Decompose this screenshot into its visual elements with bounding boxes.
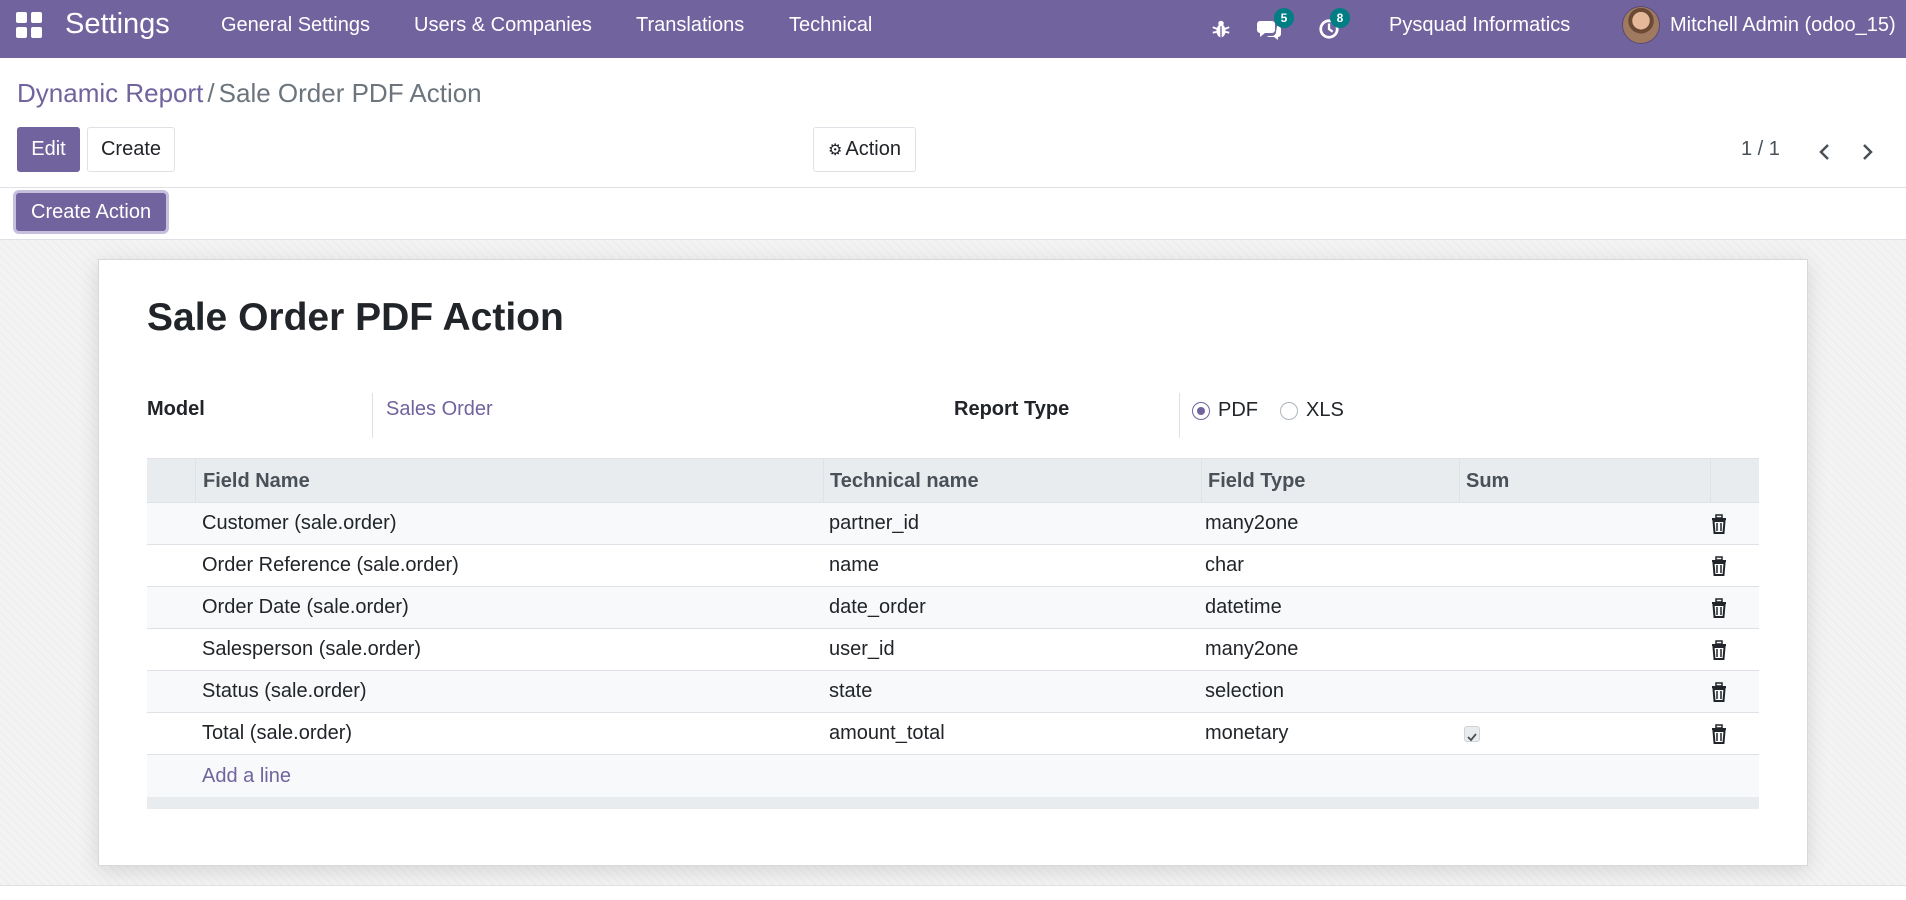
trash-icon[interactable] [1709, 639, 1729, 661]
app-brand[interactable]: Settings [65, 8, 170, 41]
table-row[interactable]: Customer (sale.order) partner_id many2on… [147, 503, 1759, 545]
cell-field-type[interactable]: datetime [1205, 587, 1282, 628]
cell-field-name[interactable]: Total (sale.order) [202, 713, 352, 754]
report-type-divider [1179, 393, 1180, 438]
record-title[interactable]: Sale Order PDF Action [147, 296, 564, 340]
cell-technical-name[interactable]: amount_total [829, 713, 945, 754]
table-header: Field Name Technical name Field Type Sum [147, 458, 1759, 503]
radio-unchecked-icon [1280, 401, 1298, 420]
form-statusbar: Create Action [0, 188, 1906, 240]
report-type-pdf-label: PDF [1218, 399, 1258, 421]
pager-next-icon[interactable] [1852, 137, 1882, 167]
cell-field-type[interactable]: many2one [1205, 629, 1298, 670]
cell-field-type[interactable]: many2one [1205, 503, 1298, 544]
header-field-name[interactable]: Field Name [203, 459, 310, 503]
pager-value[interactable]: 1 / 1 [1741, 138, 1780, 161]
cell-technical-name[interactable]: name [829, 545, 879, 586]
add-line-link[interactable]: Add a line [202, 755, 291, 797]
apps-menu-icon[interactable] [16, 12, 42, 38]
menu-general-settings[interactable]: General Settings [221, 14, 370, 37]
user-avatar[interactable] [1622, 6, 1660, 44]
create-action-button[interactable]: Create Action [16, 193, 167, 231]
check-icon [1467, 733, 1477, 742]
cell-field-name[interactable]: Customer (sale.order) [202, 503, 397, 544]
report-type-xls-radio[interactable]: XLS [1280, 399, 1344, 422]
trash-icon[interactable] [1709, 597, 1729, 619]
menu-users-companies[interactable]: Users & Companies [414, 14, 592, 37]
bottom-strip [0, 885, 1906, 900]
user-menu[interactable]: Mitchell Admin (odoo_15) [1670, 14, 1896, 37]
create-button[interactable]: Create [87, 127, 175, 172]
edit-button[interactable]: Edit [17, 127, 80, 172]
breadcrumb: Dynamic Report / Sale Order PDF Action [17, 78, 482, 109]
cell-field-name[interactable]: Order Date (sale.order) [202, 587, 409, 628]
trash-icon[interactable] [1709, 513, 1729, 535]
report-type-label: Report Type [954, 398, 1070, 420]
header-sum[interactable]: Sum [1466, 459, 1509, 503]
header-technical-name[interactable]: Technical name [830, 459, 979, 503]
top-navbar: Settings General Settings Users & Compan… [0, 0, 1906, 58]
sum-checkbox[interactable] [1464, 726, 1480, 742]
table-row[interactable]: Salesperson (sale.order) user_id many2on… [147, 629, 1759, 671]
gear-icon: ⚙ [828, 141, 843, 159]
cell-field-name[interactable]: Order Reference (sale.order) [202, 545, 459, 586]
cell-technical-name[interactable]: date_order [829, 587, 926, 628]
company-switcher[interactable]: Pysquad Informatics [1389, 14, 1570, 37]
cell-field-type[interactable]: char [1205, 545, 1244, 586]
pager-previous-icon[interactable] [1810, 137, 1840, 167]
model-label: Model [147, 398, 205, 420]
model-field-divider [372, 393, 373, 438]
cell-technical-name[interactable]: state [829, 671, 872, 712]
radio-checked-icon [1192, 401, 1210, 420]
report-type-xls-label: XLS [1306, 399, 1344, 421]
breadcrumb-current: Sale Order PDF Action [218, 78, 482, 108]
cell-technical-name[interactable]: user_id [829, 629, 895, 670]
menu-translations[interactable]: Translations [636, 14, 744, 37]
debug-icon[interactable] [1210, 0, 1232, 58]
action-button-label: Action [845, 138, 901, 160]
messages-count-badge: 5 [1274, 8, 1294, 28]
cell-technical-name[interactable]: partner_id [829, 503, 919, 544]
table-row[interactable]: Order Date (sale.order) date_order datet… [147, 587, 1759, 629]
breadcrumb-separator: / [207, 78, 215, 108]
cell-field-type[interactable]: monetary [1205, 713, 1288, 754]
menu-technical[interactable]: Technical [789, 14, 872, 37]
report-type-pdf-radio[interactable]: PDF [1192, 399, 1258, 422]
table-row[interactable]: Total (sale.order) amount_total monetary [147, 713, 1759, 755]
table-footer [147, 797, 1759, 809]
trash-icon[interactable] [1709, 681, 1729, 703]
cell-field-type[interactable]: selection [1205, 671, 1284, 712]
action-dropdown-button[interactable]: ⚙ Action [813, 127, 916, 172]
fields-table: Field Name Technical name Field Type Sum… [147, 458, 1759, 809]
table-row[interactable]: Order Reference (sale.order) name char [147, 545, 1759, 587]
trash-icon[interactable] [1709, 555, 1729, 577]
table-body: Customer (sale.order) partner_id many2on… [147, 503, 1759, 797]
control-panel: Dynamic Report / Sale Order PDF Action Edi… [0, 58, 1906, 188]
cell-field-name[interactable]: Status (sale.order) [202, 671, 367, 712]
add-line-row: Add a line [147, 755, 1759, 797]
model-field[interactable]: Sales Order [386, 398, 493, 421]
header-field-type[interactable]: Field Type [1208, 459, 1305, 503]
form-sheet: Sale Order PDF Action Model Sales Order … [98, 259, 1808, 866]
cell-field-name[interactable]: Salesperson (sale.order) [202, 629, 421, 670]
trash-icon[interactable] [1709, 723, 1729, 745]
table-row[interactable]: Status (sale.order) state selection [147, 671, 1759, 713]
breadcrumb-parent[interactable]: Dynamic Report [17, 78, 203, 108]
activities-count-badge: 8 [1330, 8, 1350, 28]
